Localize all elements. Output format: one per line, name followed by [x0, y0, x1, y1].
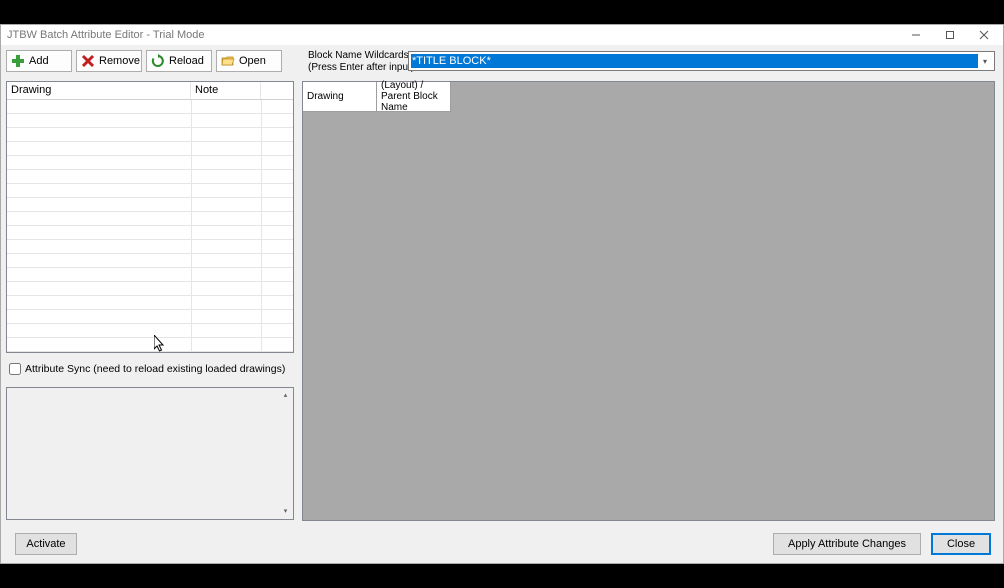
drawings-grid-body[interactable]: [7, 100, 293, 352]
drawings-col-note[interactable]: Note: [191, 82, 261, 99]
wildcard-value: *TITLE BLOCK*: [411, 54, 978, 68]
drawings-grid[interactable]: Drawing Note: [6, 81, 294, 353]
scroll-down-button[interactable]: ▾: [279, 505, 292, 518]
titlebar: JTBW Batch Attribute Editor - Trial Mode: [1, 25, 1003, 45]
add-button[interactable]: Add: [6, 50, 72, 72]
minimize-icon: [911, 30, 921, 40]
drawings-col-blank[interactable]: [261, 82, 293, 99]
wildcard-label: Block Name Wildcards (Press Enter after …: [308, 50, 414, 74]
folder-open-icon: [221, 54, 235, 68]
attributes-col-parent[interactable]: (Layout) / Parent Block Name: [377, 82, 451, 112]
reload-button[interactable]: Reload: [146, 50, 212, 72]
minimize-button[interactable]: [899, 25, 933, 45]
preview-panel[interactable]: ▴ ▾: [6, 387, 294, 520]
window-controls: [899, 25, 1001, 45]
close-window-button[interactable]: [967, 25, 1001, 45]
reload-label: Reload: [169, 55, 204, 67]
remove-label: Remove: [99, 55, 140, 67]
attributes-col-drawing[interactable]: Drawing: [303, 82, 377, 112]
remove-button[interactable]: Remove: [76, 50, 142, 72]
wildcard-combobox[interactable]: *TITLE BLOCK* ▾: [408, 51, 995, 71]
x-icon: [81, 54, 95, 68]
reload-icon: [151, 54, 165, 68]
attribute-sync-label: Attribute Sync (need to reload existing …: [25, 363, 285, 375]
apply-button[interactable]: Apply Attribute Changes: [773, 533, 921, 555]
open-button[interactable]: Open: [216, 50, 282, 72]
close-button[interactable]: Close: [931, 533, 991, 555]
client-area: Add Remove Reload Open: [1, 45, 1003, 563]
scroll-up-button[interactable]: ▴: [279, 389, 292, 402]
wildcard-label-line2: (Press Enter after input): [308, 62, 414, 74]
app-window: JTBW Batch Attribute Editor - Trial Mode…: [0, 24, 1004, 564]
attributes-grid-header: Drawing (Layout) / Parent Block Name: [303, 82, 994, 112]
activate-button[interactable]: Activate: [15, 533, 77, 555]
window-title: JTBW Batch Attribute Editor - Trial Mode: [7, 29, 204, 41]
chevron-down-icon[interactable]: ▾: [978, 57, 992, 66]
drawings-grid-header: Drawing Note: [7, 82, 293, 100]
plus-icon: [11, 54, 25, 68]
attribute-sync-checkbox[interactable]: Attribute Sync (need to reload existing …: [9, 363, 285, 375]
toolbar: Add Remove Reload Open: [6, 50, 282, 72]
maximize-button[interactable]: [933, 25, 967, 45]
close-icon: [979, 30, 989, 40]
attributes-grid[interactable]: Drawing (Layout) / Parent Block Name: [302, 81, 995, 521]
drawings-col-drawing[interactable]: Drawing: [7, 82, 191, 99]
grid-rowlines: [7, 100, 293, 352]
attribute-sync-input[interactable]: [9, 363, 21, 375]
open-label: Open: [239, 55, 266, 67]
wildcard-label-line1: Block Name Wildcards: [308, 50, 414, 62]
add-label: Add: [29, 55, 49, 67]
maximize-icon: [945, 30, 955, 40]
